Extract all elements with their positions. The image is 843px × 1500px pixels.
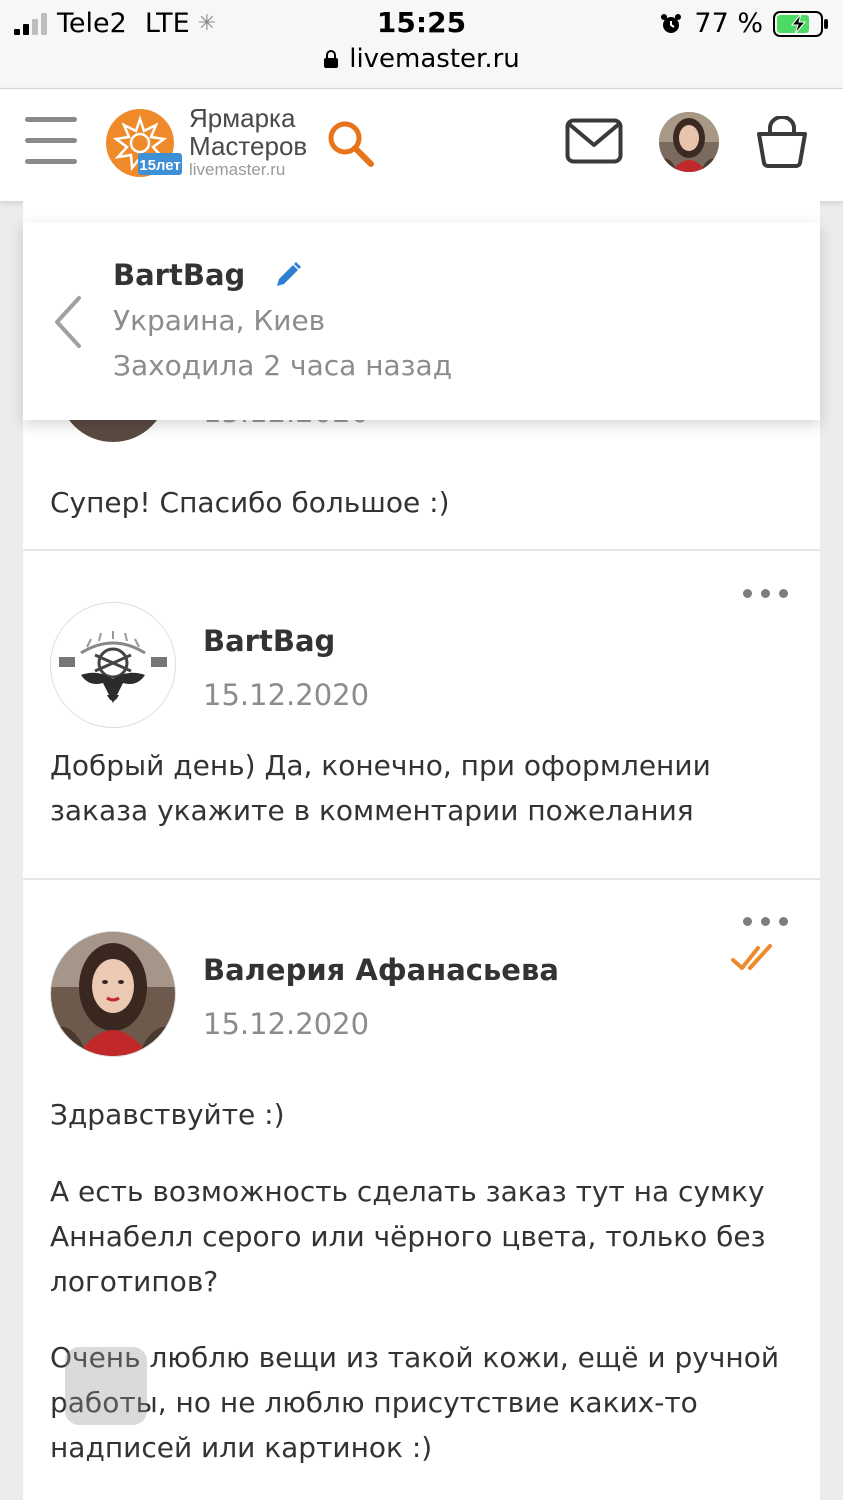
conversation-header: BartBag Украина, Киев Заходила 2 часа на… (23, 222, 820, 420)
message-author[interactable]: Валерия Афанасьева (203, 953, 559, 987)
conversation-location: Украина, Киев (113, 304, 326, 337)
read-checkmarks-icon (731, 944, 772, 970)
logo-domain: livemaster.ru (189, 160, 286, 179)
url-text: livemaster.ru (349, 44, 520, 74)
site-header: 15лет Ярмарка Мастеров livemaster.ru (0, 89, 843, 201)
logo-text[interactable]: Ярмарка Мастеров livemaster.ru (189, 105, 307, 178)
message-paragraph: Здравствуйте :) (50, 1098, 285, 1131)
message-text: Супер! Спасибо большое :) (50, 486, 450, 519)
search-icon[interactable] (326, 119, 376, 169)
message-text: Добрый день) Да, конечно, при оформлении… (50, 749, 711, 827)
more-options-icon[interactable] (741, 587, 789, 599)
status-bar: Tele2 LTE ✳ 15:25 77 % livemaster.ru (0, 0, 843, 89)
message-date: 15.12.2020 (203, 678, 370, 712)
back-chevron-icon[interactable] (51, 294, 85, 350)
logo-icon[interactable]: 15лет (104, 105, 184, 185)
last-seen-status: Заходила 2 часа назад (113, 349, 453, 382)
logo-badge-text: 15лет (139, 157, 181, 174)
address-bar[interactable]: livemaster.ru (0, 44, 843, 74)
message-item: BartBag 15.12.2020 Добрый день) Да, коне… (23, 551, 820, 879)
more-options-icon[interactable] (741, 915, 789, 927)
logo-line2: Мастеров (189, 131, 308, 161)
cart-icon[interactable] (755, 116, 809, 168)
battery-percent: 77 % (694, 8, 763, 39)
message-paragraph: Очень люблю вещи из такой кожи, ещё и ру… (50, 1341, 780, 1464)
mail-icon[interactable] (565, 118, 623, 164)
hamburger-icon[interactable] (25, 117, 77, 167)
message-author[interactable]: BartBag (203, 624, 335, 658)
conversation-name[interactable]: BartBag (113, 258, 245, 292)
status-right: 77 % (660, 8, 829, 39)
alarm-icon (661, 13, 682, 33)
edit-pencil-icon[interactable] (273, 260, 303, 290)
battery-charging-icon (773, 10, 828, 37)
logo-line1: Ярмарка (189, 103, 296, 133)
avatar[interactable] (50, 602, 176, 728)
message-date: 15.12.2020 (203, 1007, 370, 1041)
message-paragraph: А есть возможность сделать заказ тут на … (50, 1175, 766, 1298)
lock-icon (324, 50, 339, 68)
touch-highlight (65, 1347, 147, 1425)
avatar[interactable] (50, 931, 176, 1057)
user-avatar[interactable] (659, 112, 719, 172)
